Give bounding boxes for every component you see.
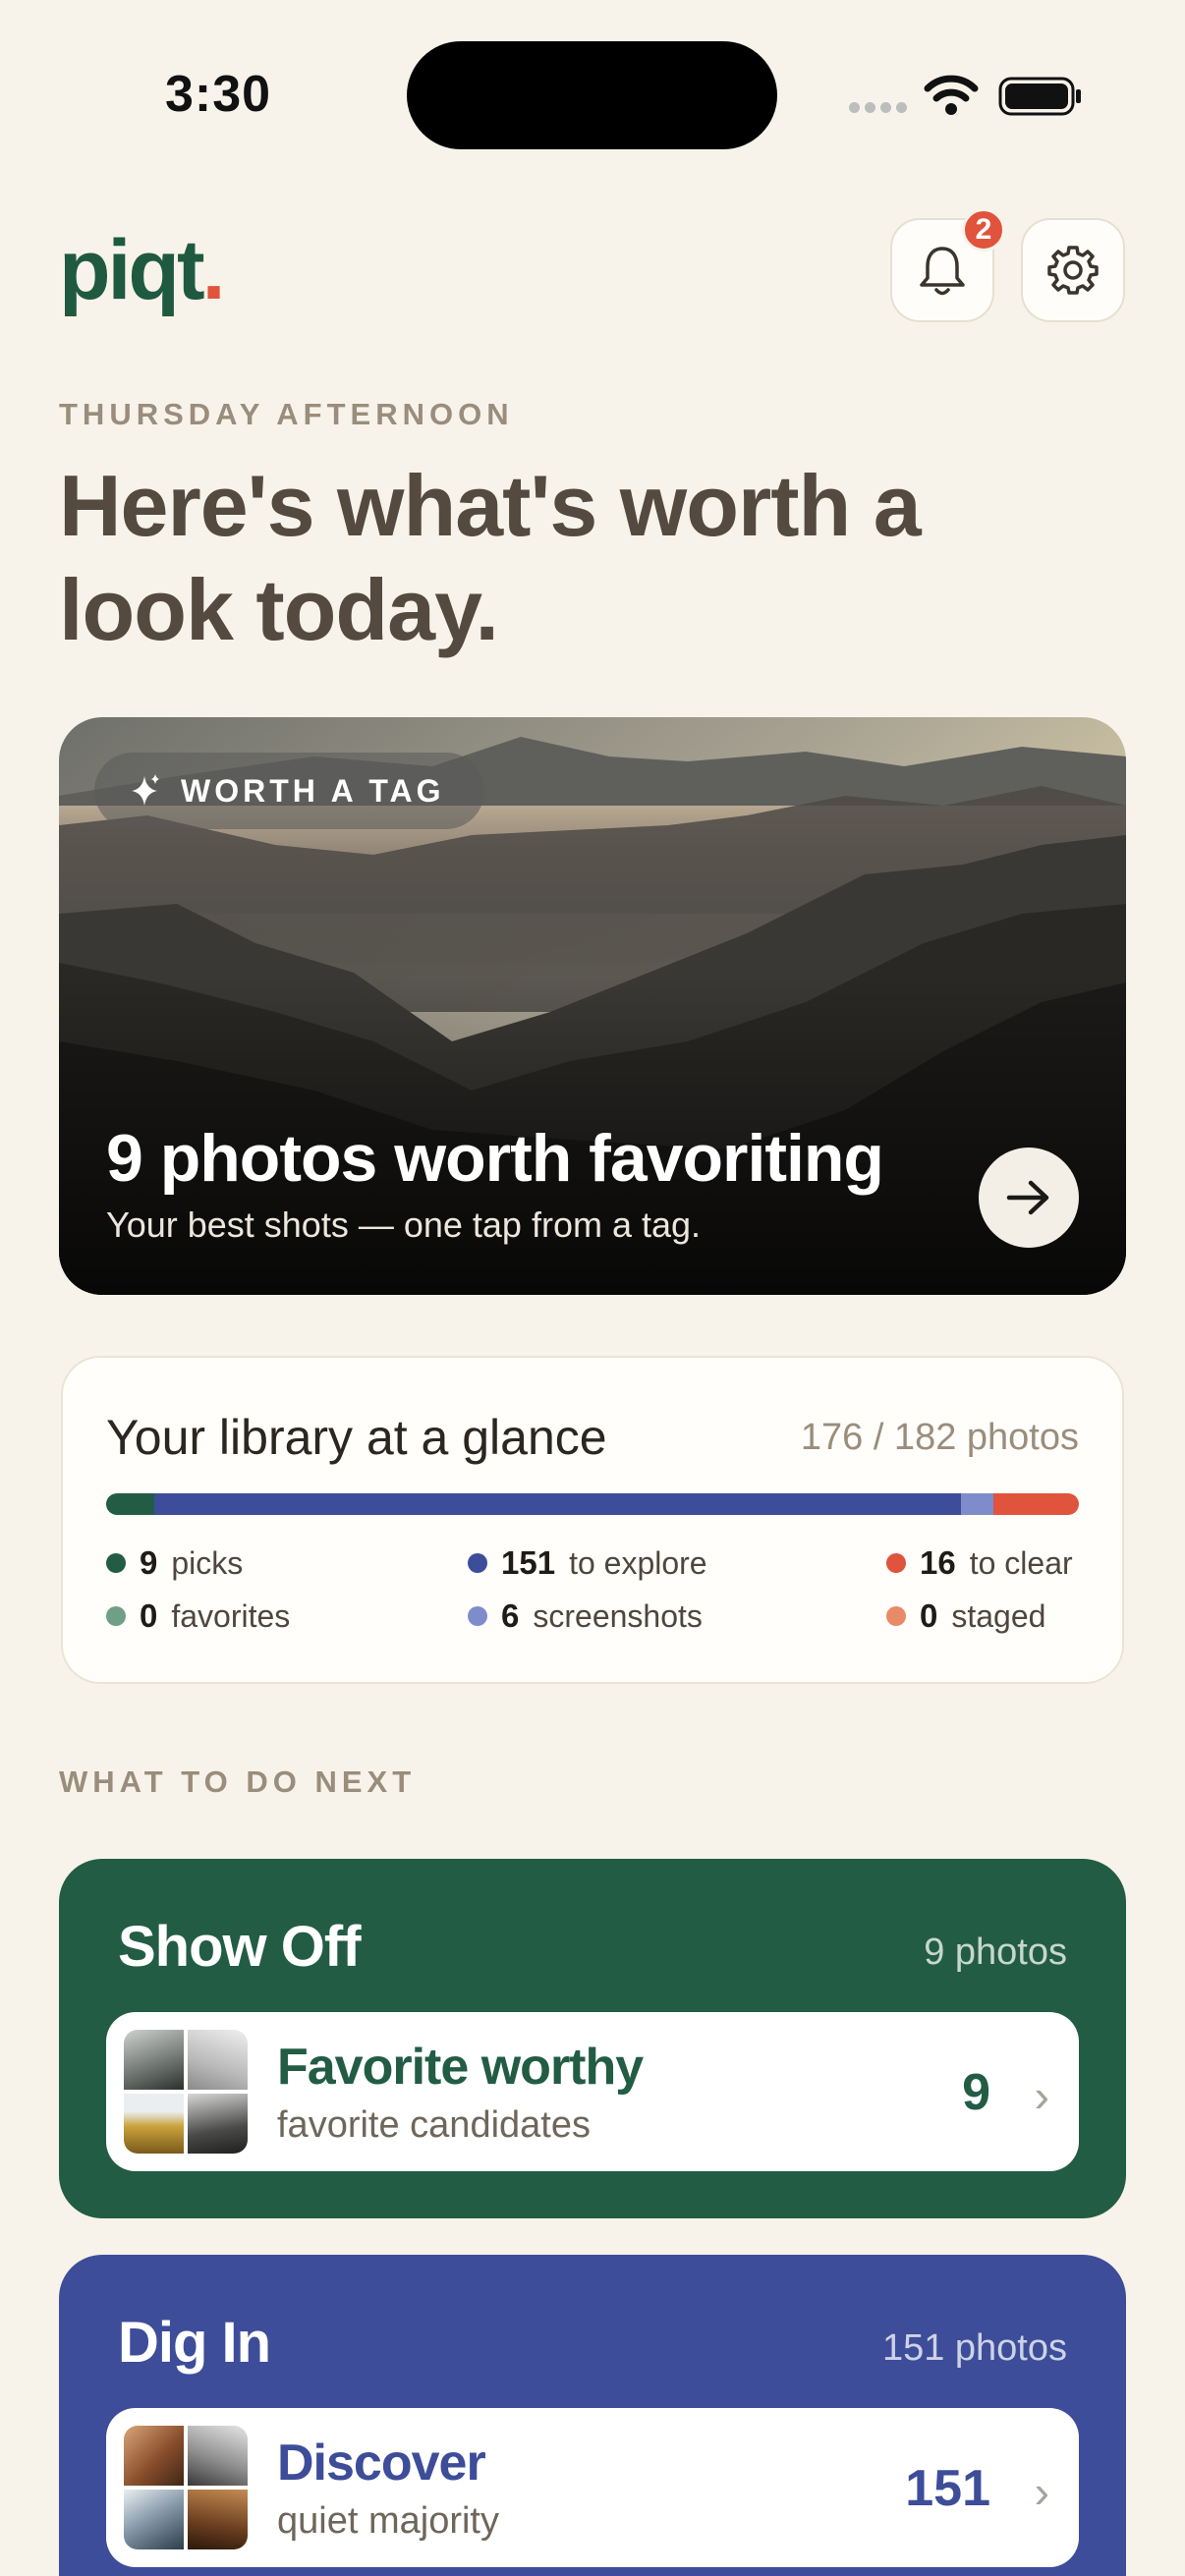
row-subtitle: favorite candidates: [277, 2104, 591, 2146]
row-count: 151: [905, 2460, 990, 2517]
page-headline: Here's what's worth a look today.: [59, 457, 922, 658]
hero-subtitle: Your best shots — one tap from a tag.: [106, 1204, 702, 1245]
day-eyebrow: THURSDAY AFTERNOON: [59, 397, 514, 431]
row-count: 9: [962, 2064, 990, 2121]
sparkle-icon: [132, 774, 159, 806]
library-progress-bar: [106, 1493, 1079, 1515]
dynamic-island: [407, 41, 777, 149]
dig-in-card[interactable]: Dig In 151 photos Discover quiet majorit…: [59, 2255, 1126, 2576]
row-subtitle: quiet majority: [277, 2500, 499, 2542]
stat-screenshots: 6 screenshots: [468, 1597, 703, 1635]
notification-badge: 2: [962, 208, 1005, 252]
hero-card[interactable]: WORTH A TAG 9 photos worth favoriting Yo…: [59, 717, 1126, 1295]
pill-label: WORTH A TAG: [181, 772, 445, 809]
library-summary-card[interactable]: Your library at a glance 176 / 182 photo…: [61, 1356, 1124, 1684]
bell-icon: [920, 247, 965, 296]
thumbnail-grid: [124, 2030, 248, 2154]
card-photo-count: 9 photos: [924, 1932, 1067, 1973]
hero-open-button[interactable]: [979, 1148, 1079, 1248]
bar-segment-screenshots: [961, 1493, 993, 1515]
card-title: Dig In: [118, 2311, 271, 2375]
row-title: Favorite worthy: [277, 2039, 644, 2096]
bar-segment-to-clear: [992, 1493, 1079, 1515]
gear-icon: [1047, 246, 1099, 295]
worth-a-tag-pill: WORTH A TAG: [94, 753, 484, 829]
stat-picks: 9 picks: [106, 1544, 243, 1582]
card-title: Show Off: [118, 1915, 362, 1979]
app-logo: piqt.: [59, 223, 226, 317]
wifi-icon: [924, 75, 979, 115]
show-off-card[interactable]: Show Off 9 photos Favorite worthy favori…: [59, 1859, 1126, 2218]
card-photo-count: 151 photos: [881, 2327, 1067, 2369]
thumbnail-grid: [124, 2426, 248, 2549]
stat-favorites: 0 favorites: [106, 1597, 290, 1635]
library-photo-count: 176 / 182 photos: [800, 1417, 1079, 1458]
stat-to-explore: 151 to explore: [468, 1544, 707, 1582]
arrow-right-icon: [1006, 1180, 1049, 1215]
bar-segment-to-explore: [153, 1493, 962, 1515]
discover-row[interactable]: Discover quiet majority 151 ›: [106, 2408, 1079, 2567]
row-title: Discover: [277, 2435, 486, 2492]
chevron-right-icon: ›: [1034, 2466, 1049, 2517]
bar-segment-picks: [106, 1493, 154, 1515]
cellular-signal-icon: [849, 102, 907, 113]
next-eyebrow: WHAT TO DO NEXT: [59, 1764, 417, 1799]
favorite-worthy-row[interactable]: Favorite worthy favorite candidates 9 ›: [106, 2012, 1079, 2171]
chevron-right-icon: ›: [1034, 2070, 1049, 2121]
settings-button[interactable]: [1021, 218, 1125, 322]
stat-staged: 0 staged: [886, 1597, 1045, 1635]
battery-icon: [998, 77, 1081, 116]
hero-title: 9 photos worth favoriting: [106, 1121, 884, 1196]
library-title: Your library at a glance: [106, 1410, 607, 1465]
status-time: 3:30: [165, 66, 272, 123]
stat-to-clear: 16 to clear: [886, 1544, 1073, 1582]
